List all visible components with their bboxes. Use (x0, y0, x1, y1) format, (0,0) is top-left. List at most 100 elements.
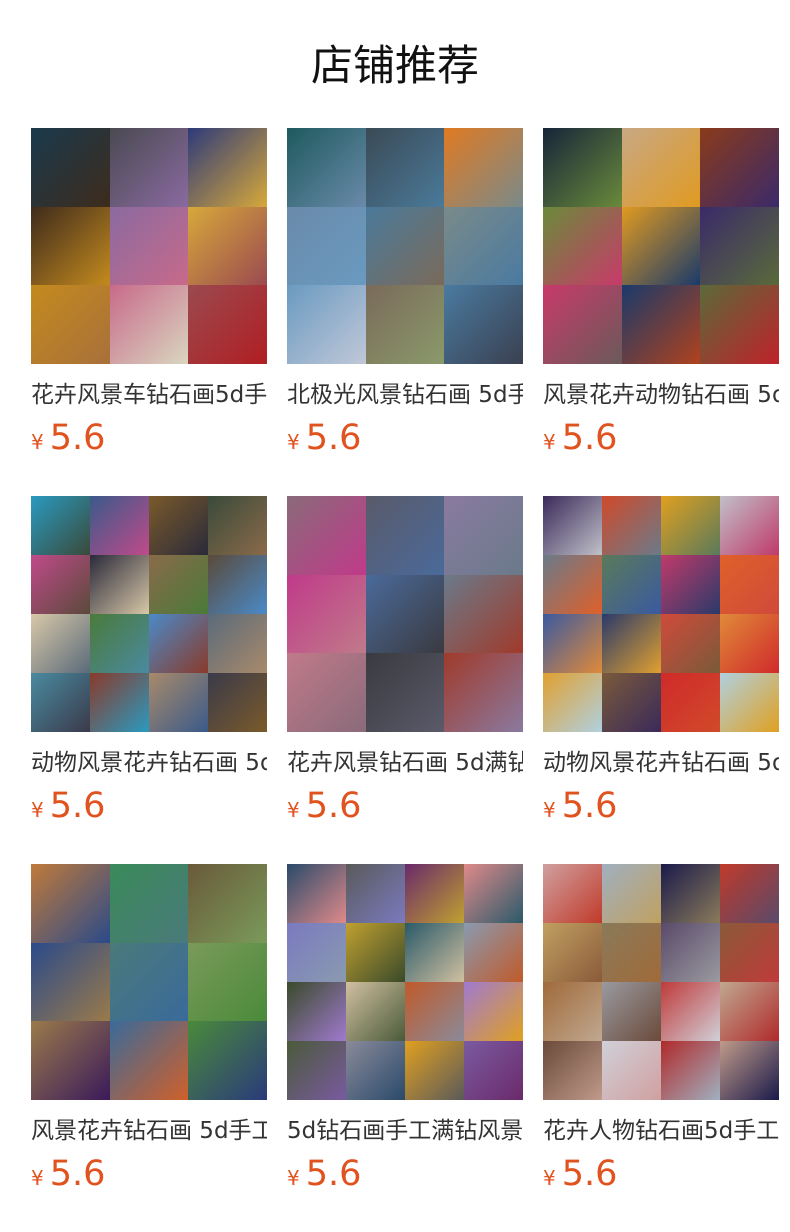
collage-tile (720, 1041, 779, 1100)
product-price: ¥5.6 (543, 1153, 617, 1195)
product-name[interactable]: 5d钻石画手工满钻风景花卉 (287, 1114, 523, 1148)
product-image[interactable] (287, 864, 523, 1100)
collage-tile (188, 206, 267, 286)
collage-tile (405, 923, 464, 982)
collage-tile (188, 128, 267, 207)
collage-tile (661, 614, 720, 673)
product-card[interactable]: 花卉人物钻石画5d手工满钻 ¥5.6 (543, 864, 779, 1204)
collage-tile (287, 864, 346, 923)
collage-tile (365, 285, 445, 364)
collage-tile (405, 864, 464, 923)
collage-tile (602, 1041, 661, 1100)
product-card[interactable]: 花卉风景车钻石画5d手工满钻 ¥5.6 (31, 128, 267, 468)
collage-tile (602, 673, 661, 732)
product-price: ¥5.6 (31, 417, 105, 459)
currency-symbol: ¥ (31, 798, 44, 822)
collage-tile (109, 285, 189, 364)
currency-symbol: ¥ (543, 798, 556, 822)
product-card[interactable]: 花卉风景钻石画 5d满钻手工 ¥5.6 (287, 496, 523, 836)
product-card[interactable]: 风景花卉钻石画 5d手工满钻 ¥5.6 (31, 864, 267, 1204)
product-card[interactable]: 5d钻石画手工满钻风景花卉 ¥5.6 (287, 864, 523, 1204)
collage-tile (31, 128, 110, 207)
collage-tile (405, 1041, 464, 1100)
collage-tile (720, 923, 779, 982)
collage-tile (621, 285, 701, 364)
collage-tile (109, 864, 189, 943)
collage-tile (543, 673, 602, 732)
collage-tile (287, 574, 366, 654)
collage-tile (720, 673, 779, 732)
collage-tile (31, 206, 110, 286)
collage-tile (188, 285, 267, 364)
product-card[interactable]: 动物风景花卉钻石画 5d手工满钻 ¥5.6 (543, 496, 779, 836)
collage-tile (31, 864, 110, 943)
collage-tile (661, 1041, 720, 1100)
product-name[interactable]: 北极光风景钻石画 5d手工满钻 (287, 378, 523, 412)
currency-symbol: ¥ (287, 798, 300, 822)
collage-tile (287, 923, 346, 982)
product-name[interactable]: 花卉风景车钻石画5d手工满钻 (31, 378, 267, 412)
collage-tile (365, 128, 445, 207)
collage-tile (700, 206, 779, 286)
collage-tile (188, 1021, 267, 1100)
collage-tile (405, 982, 464, 1041)
collage-tile (621, 206, 701, 286)
product-name[interactable]: 花卉人物钻石画5d手工满钻 (543, 1114, 779, 1148)
collage-tile (661, 496, 720, 555)
collage-tile (208, 614, 267, 673)
price-amount: 5.6 (561, 418, 618, 458)
collage-tile (602, 496, 661, 555)
collage-tile (90, 614, 149, 673)
collage-tile (464, 864, 523, 923)
collage-tile (31, 555, 90, 614)
product-image[interactable] (543, 128, 779, 364)
product-image[interactable] (287, 496, 523, 732)
product-name[interactable]: 动物风景花卉钻石画 5d手工满钻 (543, 746, 779, 780)
collage-tile (720, 496, 779, 555)
product-name[interactable]: 风景花卉动物钻石画 5d手工满钻 (543, 378, 779, 412)
collage-tile (31, 614, 90, 673)
collage-tile (346, 982, 405, 1041)
collage-tile (365, 206, 445, 286)
collage-tile (287, 982, 346, 1041)
product-image[interactable] (31, 496, 267, 732)
collage-tile (720, 555, 779, 614)
collage-tile (109, 128, 189, 207)
currency-symbol: ¥ (287, 1166, 300, 1190)
product-price: ¥5.6 (543, 417, 617, 459)
collage-tile (464, 1041, 523, 1100)
product-image[interactable] (287, 128, 523, 364)
product-image[interactable] (543, 496, 779, 732)
collage-tile (109, 1021, 189, 1100)
collage-tile (602, 614, 661, 673)
collage-tile (365, 496, 445, 575)
product-price: ¥5.6 (31, 1153, 105, 1195)
collage-tile (149, 614, 208, 673)
collage-tile (543, 864, 602, 923)
collage-tile (188, 864, 267, 943)
collage-tile (720, 982, 779, 1041)
collage-tile (543, 496, 602, 555)
product-image[interactable] (31, 128, 267, 364)
collage-tile (444, 496, 523, 575)
collage-tile (109, 206, 189, 286)
product-card[interactable]: 北极光风景钻石画 5d手工满钻 ¥5.6 (287, 128, 523, 468)
product-name[interactable]: 风景花卉钻石画 5d手工满钻 (31, 1114, 267, 1148)
currency-symbol: ¥ (543, 430, 556, 454)
collage-tile (149, 673, 208, 732)
collage-tile (444, 574, 523, 654)
product-image[interactable] (543, 864, 779, 1100)
price-amount: 5.6 (305, 786, 362, 826)
product-price: ¥5.6 (287, 785, 361, 827)
collage-tile (208, 673, 267, 732)
price-amount: 5.6 (49, 1154, 106, 1194)
product-name[interactable]: 动物风景花卉钻石画 5d手工满钻 (31, 746, 267, 780)
product-card[interactable]: 风景花卉动物钻石画 5d手工满钻 ¥5.6 (543, 128, 779, 468)
product-card[interactable]: 动物风景花卉钻石画 5d手工满钻 ¥5.6 (31, 496, 267, 836)
collage-tile (346, 923, 405, 982)
collage-tile (287, 653, 366, 732)
product-name[interactable]: 花卉风景钻石画 5d满钻手工 (287, 746, 523, 780)
product-image[interactable] (31, 864, 267, 1100)
product-price: ¥5.6 (287, 1153, 361, 1195)
collage-tile (661, 923, 720, 982)
